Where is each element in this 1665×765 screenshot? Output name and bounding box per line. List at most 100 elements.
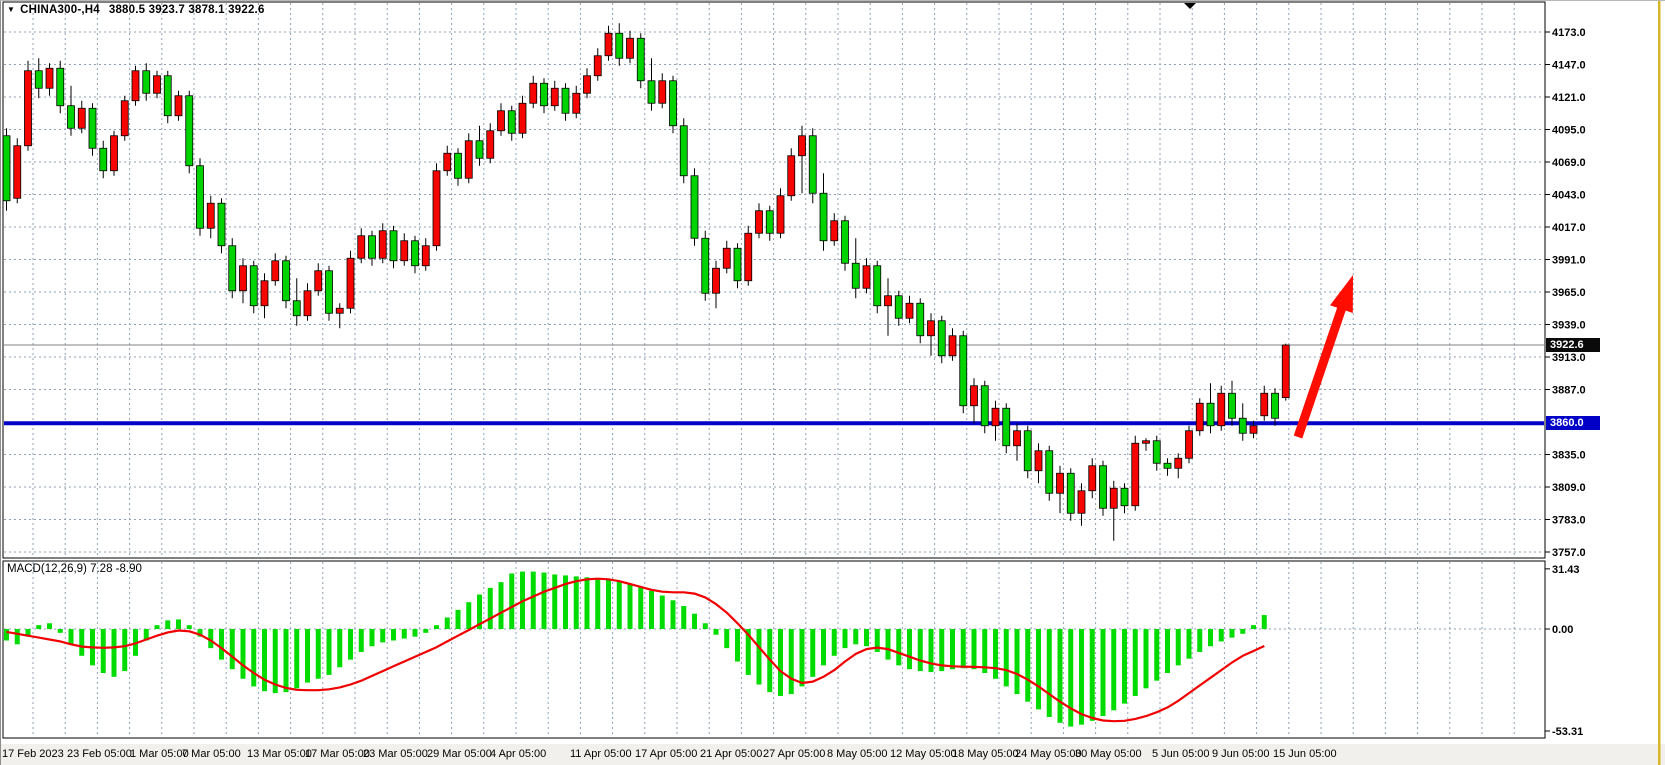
macd-histogram-bar — [284, 629, 289, 692]
candle-body — [261, 281, 268, 306]
candle-body — [401, 241, 408, 261]
candle-body — [175, 96, 182, 116]
price-axis-label: 4043.0 — [1552, 190, 1586, 202]
candle-body — [788, 156, 795, 196]
macd-histogram-bar — [993, 629, 998, 679]
candle-body — [272, 261, 279, 281]
macd-histogram-bar — [4, 629, 9, 640]
candle-body — [949, 336, 956, 356]
date-axis-label: 11 Apr 05:00 — [570, 748, 632, 760]
candle-body — [885, 296, 892, 306]
price-axis-label: 3913.0 — [1552, 352, 1586, 364]
candle-body — [1239, 418, 1246, 433]
candle-body — [293, 301, 300, 316]
candle-body — [369, 236, 376, 259]
price-axis-label: 3965.0 — [1552, 287, 1586, 299]
candle-body — [863, 266, 870, 289]
macd-histogram-bar — [724, 629, 729, 648]
macd-histogram-bar — [337, 629, 342, 667]
price-axis-label: 4173.0 — [1552, 27, 1586, 39]
candle-body — [852, 263, 859, 288]
candle-body — [476, 141, 483, 159]
macd-histogram-bar — [58, 629, 63, 633]
macd-histogram-bar — [896, 629, 901, 665]
candle-body — [207, 203, 214, 228]
macd-histogram-bar — [316, 629, 321, 679]
macd-histogram-bar — [413, 629, 418, 637]
macd-histogram-bar — [176, 619, 181, 629]
candle-body — [358, 236, 365, 259]
current-price-tag: 3922.6 — [1546, 338, 1600, 352]
macd-histogram-bar — [251, 629, 256, 686]
candle-body — [1229, 393, 1236, 418]
symbol-period-label: CHINA300-,H4 — [20, 4, 100, 16]
date-axis-label: 4 Apr 05:00 — [490, 748, 546, 760]
macd-histogram-bar — [542, 573, 547, 629]
price-axis-label: 4095.0 — [1552, 125, 1586, 137]
candle-body — [992, 408, 999, 426]
candle-body — [541, 83, 548, 106]
candle-body — [1003, 408, 1010, 446]
macd-histogram-bar — [671, 600, 676, 629]
macd-histogram-bar — [348, 629, 353, 660]
candle-body — [1207, 403, 1214, 426]
candle-body — [229, 246, 236, 291]
macd-histogram-bar — [531, 572, 536, 629]
macd-histogram-bar — [810, 629, 815, 677]
support-price-tag[interactable]: 3860.0 — [1546, 416, 1600, 430]
macd-histogram-bar — [853, 629, 858, 644]
macd-histogram-bar — [606, 579, 611, 629]
macd-histogram-bar — [509, 574, 514, 629]
macd-histogram-bar — [628, 584, 633, 629]
candle-body — [250, 266, 257, 306]
date-axis-label: 29 Mar 05:00 — [427, 748, 492, 760]
candle-body — [143, 71, 150, 94]
candle-body — [938, 321, 945, 356]
macd-histogram-bar — [1015, 629, 1020, 694]
symbol-dropdown-icon[interactable]: ▼ — [7, 5, 15, 14]
candle-body — [14, 146, 21, 199]
macd-histogram-bar — [488, 588, 493, 629]
price-axis-label: 3835.0 — [1552, 450, 1586, 462]
candle-body — [874, 266, 881, 306]
candle-body — [562, 88, 569, 113]
macd-histogram-bar — [1219, 629, 1224, 641]
macd-histogram-bar — [961, 629, 966, 668]
candle-body — [154, 76, 161, 94]
macd-histogram-bar — [241, 629, 246, 679]
candle-body — [1110, 488, 1117, 508]
candle-body — [1035, 451, 1042, 471]
candle-body — [315, 271, 322, 291]
candle-body — [35, 71, 42, 89]
candle-body — [1067, 473, 1074, 513]
candle-body — [3, 136, 10, 201]
macd-histogram-bar — [595, 578, 600, 629]
macd-histogram-bar — [391, 629, 396, 640]
price-axis-label: 3939.0 — [1552, 320, 1586, 332]
date-axis-label: 1 Mar 05:00 — [130, 748, 189, 760]
macd-histogram-bar — [864, 629, 869, 646]
candle-body — [723, 248, 730, 268]
candle-body — [487, 131, 494, 159]
trend-arrow-head[interactable] — [1330, 275, 1353, 313]
candle-body — [680, 126, 687, 176]
price-axis-label: 4147.0 — [1552, 60, 1586, 72]
candle-body — [842, 221, 849, 264]
macd-histogram-bar — [445, 618, 450, 629]
candle-body — [734, 248, 741, 281]
macd-histogram-bar — [800, 629, 805, 686]
candle-body — [616, 33, 623, 58]
macd-histogram-bar — [380, 629, 385, 642]
macd-axis-label: -53.31 — [1552, 726, 1583, 738]
macd-histogram-bar — [778, 629, 783, 696]
candle-body — [390, 231, 397, 261]
macd-histogram-bar — [15, 629, 20, 644]
chart-window[interactable]: 4173.04147.04121.04095.04069.04043.04017… — [0, 0, 1665, 765]
candle-body — [530, 83, 537, 103]
chart-canvas[interactable]: 4173.04147.04121.04095.04069.04043.04017… — [0, 0, 1665, 765]
candle-body — [777, 196, 784, 234]
candle-body — [379, 231, 386, 259]
date-axis-label: 23 Feb 05:00 — [67, 748, 132, 760]
macd-histogram-bar — [950, 629, 955, 669]
candle-body — [756, 211, 763, 234]
